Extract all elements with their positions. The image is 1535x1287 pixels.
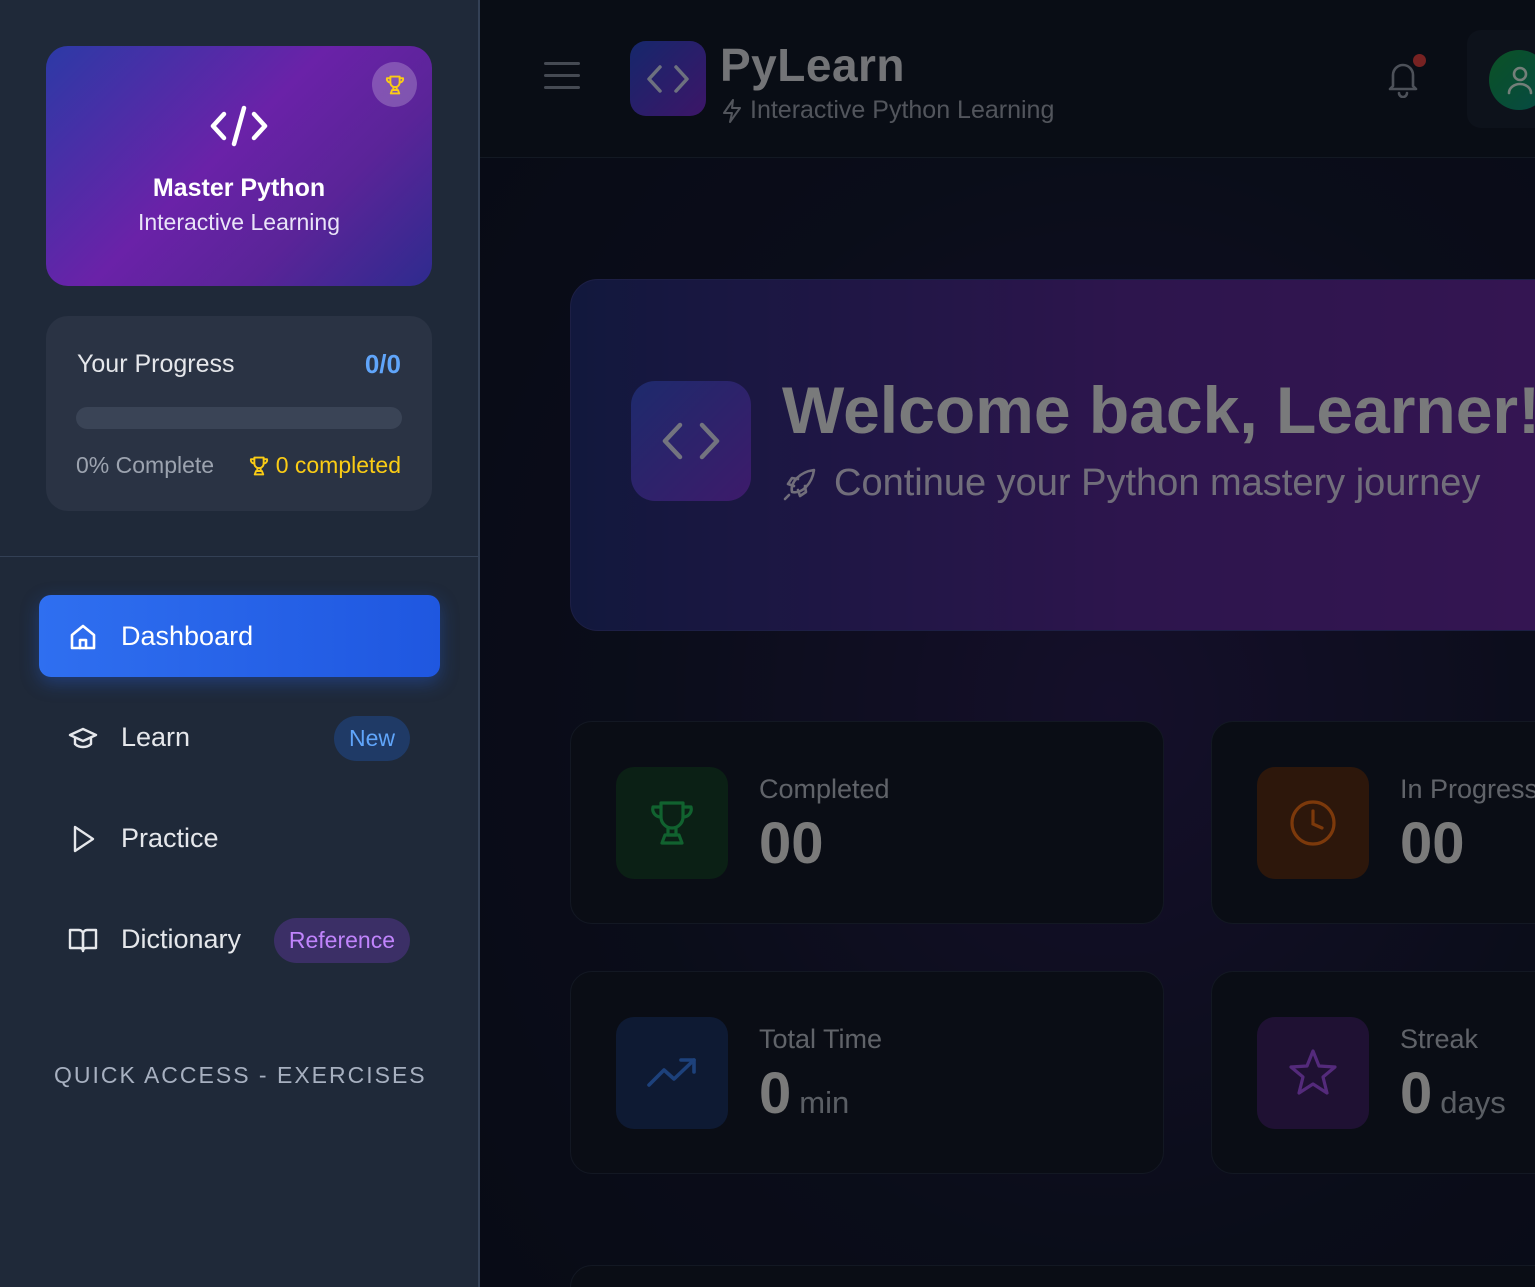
- hero-subtitle: Interactive Learning: [137, 209, 340, 235]
- code-icon: [209, 102, 269, 150]
- sidebar-item-dictionary[interactable]: Dictionary Reference: [39, 898, 440, 980]
- sidebar-hero-card: Master Python Interactive Learning: [46, 46, 432, 286]
- sidebar-item-label: Dictionary: [121, 924, 242, 954]
- new-badge: New: [333, 716, 410, 761]
- trophy-icon: [385, 75, 404, 94]
- sidebar-divider: [0, 556, 478, 557]
- sidebar-item-label: Dashboard: [121, 621, 254, 651]
- play-icon: [73, 825, 95, 853]
- progress-bar: [76, 407, 402, 429]
- hero-title: Master Python: [152, 174, 326, 202]
- sidebar-backdrop[interactable]: [480, 0, 1535, 1287]
- sidebar-item-label: Practice: [121, 823, 219, 853]
- sidebar-item-dashboard[interactable]: Dashboard: [39, 595, 440, 677]
- sidebar-item-practice[interactable]: Practice: [39, 797, 440, 879]
- book-icon: [68, 928, 98, 953]
- sidebar-item-learn[interactable]: Learn New: [39, 696, 440, 778]
- progress-card: Your Progress 0/0 0% Complete 0 complete…: [46, 316, 432, 511]
- sidebar: Master Python Interactive Learning Your …: [0, 0, 480, 1287]
- sidebar-item-label: Learn: [121, 722, 191, 752]
- progress-percent: 0% Complete: [76, 452, 215, 478]
- reference-badge: Reference: [273, 918, 410, 963]
- progress-completed: 0 completed: [248, 452, 401, 479]
- home-icon: [70, 624, 96, 650]
- graduation-cap-icon: [68, 727, 98, 749]
- trophy-badge: [372, 62, 417, 107]
- progress-completed-text: 0 completed: [275, 452, 401, 478]
- trophy-icon: [249, 456, 268, 475]
- progress-title: Your Progress: [77, 350, 235, 378]
- quick-access-heading: QUICK ACCESS - EXERCISES: [54, 1062, 427, 1088]
- progress-count: 0/0: [364, 349, 401, 379]
